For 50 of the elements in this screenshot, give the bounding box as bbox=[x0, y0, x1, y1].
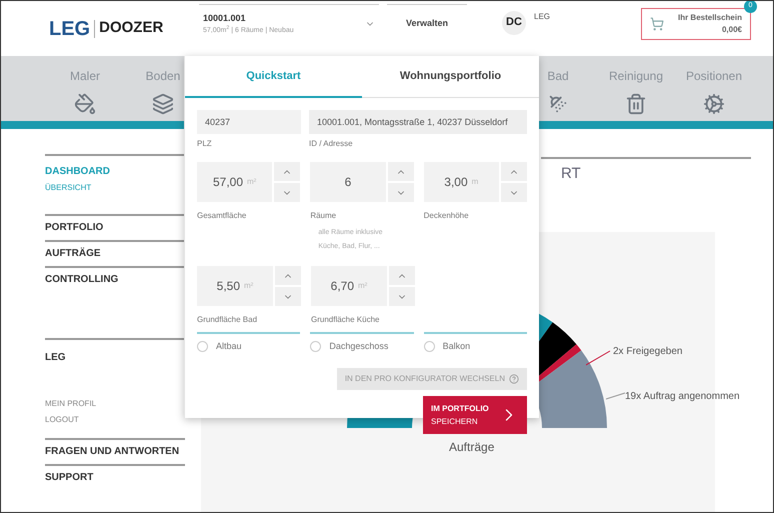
option-radio[interactable]: Balkon bbox=[424, 340, 527, 354]
page-title: RT bbox=[561, 164, 582, 184]
field-label: PLZ bbox=[197, 138, 213, 150]
gear-icon bbox=[703, 92, 725, 114]
leader-line bbox=[586, 350, 610, 365]
sidebar-link[interactable]: MEIN PROFIL bbox=[45, 396, 185, 412]
chart-label: 2x Freigegeben bbox=[613, 344, 682, 358]
increment-button[interactable] bbox=[500, 162, 527, 181]
postal-code-field[interactable]: 40237 bbox=[197, 110, 301, 134]
sidebar-link[interactable]: AUFTRÄGE bbox=[45, 246, 185, 262]
manage-button[interactable]: Verwalten bbox=[387, 4, 467, 44]
chart-label: 19x Auftrag angenommen bbox=[625, 390, 740, 404]
account-avatar[interactable]: DC bbox=[502, 10, 526, 34]
decrement-button[interactable] bbox=[388, 183, 414, 202]
option-radio[interactable]: Altbau bbox=[197, 340, 300, 354]
increment-button[interactable] bbox=[275, 266, 301, 285]
increment-button[interactable] bbox=[274, 162, 300, 181]
paint-bucket-icon bbox=[74, 92, 96, 114]
sidebar-link[interactable]: FRAGEN UND ANTWORTEN bbox=[45, 444, 185, 460]
decrement-button[interactable] bbox=[500, 183, 527, 202]
logo: LEG DOOZER bbox=[49, 16, 164, 42]
sidebar-link[interactable]: SUPPORT bbox=[45, 470, 185, 486]
leader-line bbox=[606, 392, 626, 399]
sidebar-link[interactable]: PORTFOLIO bbox=[45, 220, 185, 236]
number-field[interactable]: 6 bbox=[310, 162, 386, 202]
field-label: Deckenhöhe bbox=[424, 210, 470, 222]
field-label: Gesamtfläche bbox=[197, 210, 248, 222]
account-name: LEG bbox=[534, 10, 550, 22]
decrement-button[interactable] bbox=[275, 287, 301, 306]
cart-icon bbox=[650, 16, 664, 30]
increment-button[interactable] bbox=[388, 162, 414, 181]
decrement-button[interactable] bbox=[274, 183, 300, 202]
sidebar-link[interactable]: LOGOUT bbox=[45, 412, 185, 428]
chart-caption: Aufträge bbox=[449, 438, 494, 456]
order-cart-button[interactable]: Ihr Bestellschein 0,00€ bbox=[641, 8, 751, 40]
sidebar-link[interactable]: CONTROLLING bbox=[45, 272, 185, 288]
shower-icon bbox=[547, 92, 569, 114]
address-field[interactable]: 10001.001, Montagsstraße 1, 40237 Düsseldorf bbox=[309, 110, 527, 134]
field-label: ID / Adresse bbox=[309, 138, 354, 150]
popup-tab[interactable]: Wohnungsportfolio bbox=[362, 56, 539, 98]
save-to-portfolio-button[interactable]: IM PORTFOLIO SPEICHERN bbox=[423, 396, 527, 434]
field-label: Grundfläche Bad bbox=[197, 314, 258, 326]
help-icon bbox=[509, 374, 519, 384]
sidebar-link[interactable]: LEG bbox=[45, 350, 185, 366]
layers-icon bbox=[152, 92, 174, 114]
decrement-button[interactable] bbox=[389, 287, 415, 306]
increment-button[interactable] bbox=[389, 266, 415, 285]
field-label: Grundfläche Küche bbox=[311, 314, 380, 326]
field-label: Räume bbox=[310, 210, 338, 222]
option-radio[interactable]: Dachgeschoss bbox=[310, 340, 414, 354]
